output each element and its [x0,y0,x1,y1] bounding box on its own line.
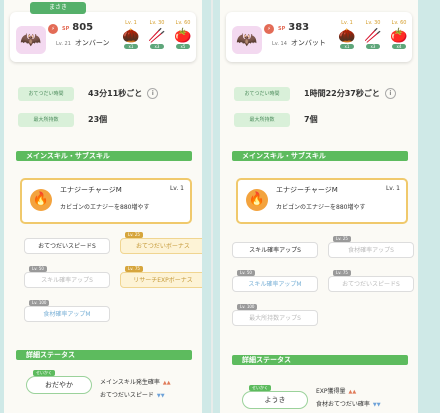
detail-section-header: 詳細ステータス [232,355,408,365]
skill-name: エナジーチャージM [60,186,122,194]
info-icon[interactable]: i [147,88,159,99]
ingredient-slot: Lv. 60 🍅 x4 [386,20,412,58]
flame-icon: 🔥 [30,189,52,211]
skill-desc: カビゴンのエナジーを880増やす [60,204,150,211]
skill-section-header: メインスキル・サブスキル [232,151,408,161]
ingredient-list: Lv. 1 🌰 x1 Lv. 30 🥢 x3 Lv. 60 🍅 x4 [334,20,412,58]
helper-time-value: 43分11秒ごと i [88,87,159,101]
owner-ribbon: まさき [30,2,86,14]
arrow-down-icon: ▼▼ [156,393,165,399]
cacao-icon: 🌰 [338,28,356,44]
main-skill-card[interactable]: 🔥 エナジーチャージM Lv. 1 カビゴンのエナジーを880増やす [20,178,192,224]
effect-up: EXP獲得量 ▲▲ [316,388,357,395]
subskill-3[interactable]: Lv. 50 スキル確率アップS [24,266,110,288]
panel-divider [211,0,213,413]
info-icon[interactable]: i [384,88,396,99]
leek-icon: 🥢 [148,28,166,44]
nature-badge[interactable]: せいかく おだやか [26,370,92,394]
subskill-2[interactable]: Lv. 25 おてつだいボーナス [120,232,202,254]
capacity-label: 最大所持数 [234,113,290,127]
helper-time-value: 1時間22分37秒ごと i [304,87,396,101]
subskill-1[interactable]: おてつだいスピードS [24,238,110,254]
sp-badge-icon: ⚡ [264,24,274,34]
detail-section-header: 詳細ステータス [16,350,192,360]
capacity-row: 最大所持数 7個 [234,113,404,127]
pokemon-card-left: まさき 🦇 ⚡ SP 805 Lv. 21 オンバーン Lv. 1 🌰 x1 Lv. 3… [4,0,202,413]
ingredient-slot: Lv. 1 🌰 x1 [334,20,360,58]
level-name: Lv. 21 オンバーン [56,39,110,47]
tomato-icon: 🍅 [390,28,408,44]
pokemon-header[interactable]: 🦇 ⚡ SP 383 Lv. 14 オンバット Lv. 1 🌰 x1 Lv. 30 🥢 x3… [226,12,412,62]
helper-time-label: おてつだい時間 [234,87,290,101]
flame-icon: 🔥 [246,189,268,211]
pokemon-icon: 🦇 [232,26,262,54]
ingredient-list: Lv. 1 🌰 x1 Lv. 30 🥢 x3 Lv. 60 🍅 x5 [118,20,196,58]
skill-name: エナジーチャージM [276,186,338,194]
subskill-1[interactable]: スキル確率アップS [232,242,318,258]
ingredient-slot: Lv. 60 🍅 x5 [170,20,196,58]
ingredient-slot: Lv. 1 🌰 x1 [118,20,144,58]
pokemon-card-right: 🦇 ⚡ SP 383 Lv. 14 オンバット Lv. 1 🌰 x1 Lv. 30 🥢 x3… [220,0,418,413]
sp-value: SP 805 [62,22,94,33]
arrow-down-icon: ▼▼ [372,402,381,408]
main-skill-card[interactable]: 🔥 エナジーチャージM Lv. 1 カビゴンのエナジーを880増やす [236,178,408,224]
nature-badge[interactable]: せいかく ようき [242,385,308,409]
subskill-2[interactable]: Lv. 25 食材確率アップS [328,236,414,258]
pokemon-header[interactable]: まさき 🦇 ⚡ SP 805 Lv. 21 オンバーン Lv. 1 🌰 x1 Lv. 3… [10,2,196,62]
capacity-value: 7個 [304,115,318,124]
helper-time-row: おてつだい時間 1時間22分37秒ごと i [234,87,404,101]
capacity-row: 最大所持数 23個 [18,113,188,127]
capacity-value: 23個 [88,115,108,124]
subskill-4[interactable]: Lv. 75 リサーチEXPボーナス [120,266,202,288]
ingredient-slot: Lv. 30 🥢 x3 [360,20,386,58]
helper-time-label: おてつだい時間 [18,87,74,101]
level-name: Lv. 14 オンバット [272,39,326,47]
subskill-3[interactable]: Lv. 50 スキル確率アップM [232,270,318,292]
tomato-icon: 🍅 [174,28,192,44]
effect-up: メインスキル発生確率 ▲▲ [100,379,171,386]
skill-section-header: メインスキル・サブスキル [16,151,192,161]
leek-icon: 🥢 [364,28,382,44]
arrow-up-icon: ▲▲ [162,380,171,386]
cacao-icon: 🌰 [122,28,140,44]
effect-down: 食材おてつだい確率 ▼▼ [316,401,381,408]
sp-badge-icon: ⚡ [48,24,58,34]
subskill-4[interactable]: Lv. 75 おてつだいスピードS [328,270,414,292]
subskill-5[interactable]: Lv. 100 最大所持数アップS [232,304,318,326]
effect-down: おてつだいスピード ▼▼ [100,392,165,399]
arrow-up-icon: ▲▲ [348,389,357,395]
subskill-5[interactable]: Lv. 100 食材確率アップM [24,300,110,322]
sp-value: SP 383 [278,22,310,33]
capacity-label: 最大所持数 [18,113,74,127]
skill-level: Lv. 1 [169,185,184,192]
helper-time-row: おてつだい時間 43分11秒ごと i [18,87,188,101]
pokemon-icon: 🦇 [16,26,46,54]
ingredient-slot: Lv. 30 🥢 x3 [144,20,170,58]
skill-desc: カビゴンのエナジーを880増やす [276,204,366,211]
skill-level: Lv. 1 [385,185,400,192]
